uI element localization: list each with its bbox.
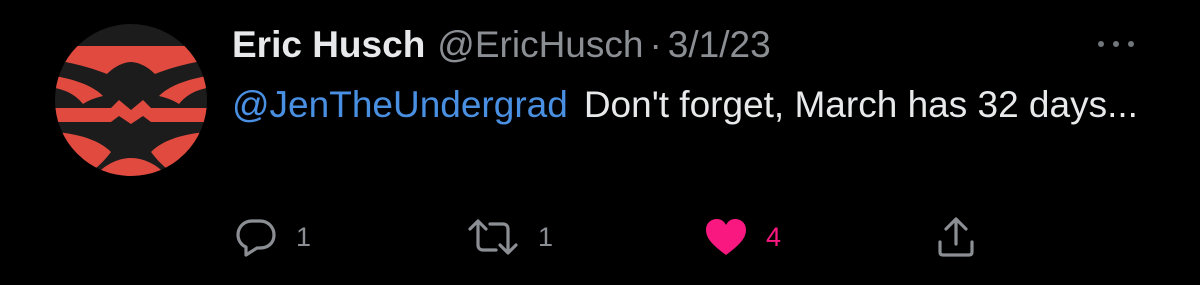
reply-button[interactable]: 1 (234, 214, 311, 260)
header-separator: · (649, 24, 662, 65)
more-dot (1113, 41, 1119, 47)
tweet-text: @JenTheUndergrad Don't forget, March has … (232, 80, 1162, 130)
tweet-body: Don't forget, March has 32 days... (583, 84, 1138, 125)
avatar-image (55, 24, 207, 176)
share-button[interactable] (936, 214, 976, 260)
retweet-count: 1 (538, 221, 554, 252)
author-display-name[interactable]: Eric Husch (232, 22, 425, 68)
more-dot (1128, 41, 1134, 47)
retweet-button[interactable]: 1 (466, 214, 553, 260)
tweet[interactable]: Eric Husch @EricHusch · 3/1/23 @JenTheUn… (0, 0, 1200, 285)
author-handle[interactable]: @EricHusch (437, 22, 643, 68)
share-icon (938, 217, 974, 257)
more-dot (1098, 41, 1104, 47)
retweet-icon (468, 219, 518, 255)
avatar[interactable] (55, 24, 207, 176)
tweet-header: Eric Husch @EricHusch · 3/1/23 (232, 22, 771, 68)
reply-icon (236, 219, 276, 257)
like-count: 4 (766, 221, 782, 252)
like-button[interactable]: 4 (704, 214, 781, 260)
heart-icon (706, 219, 746, 255)
reply-count: 1 (296, 221, 312, 252)
more-options-icon[interactable] (1098, 32, 1134, 56)
mention-link[interactable]: @JenTheUndergrad (232, 84, 568, 125)
tweet-date[interactable]: 3/1/23 (668, 22, 771, 68)
